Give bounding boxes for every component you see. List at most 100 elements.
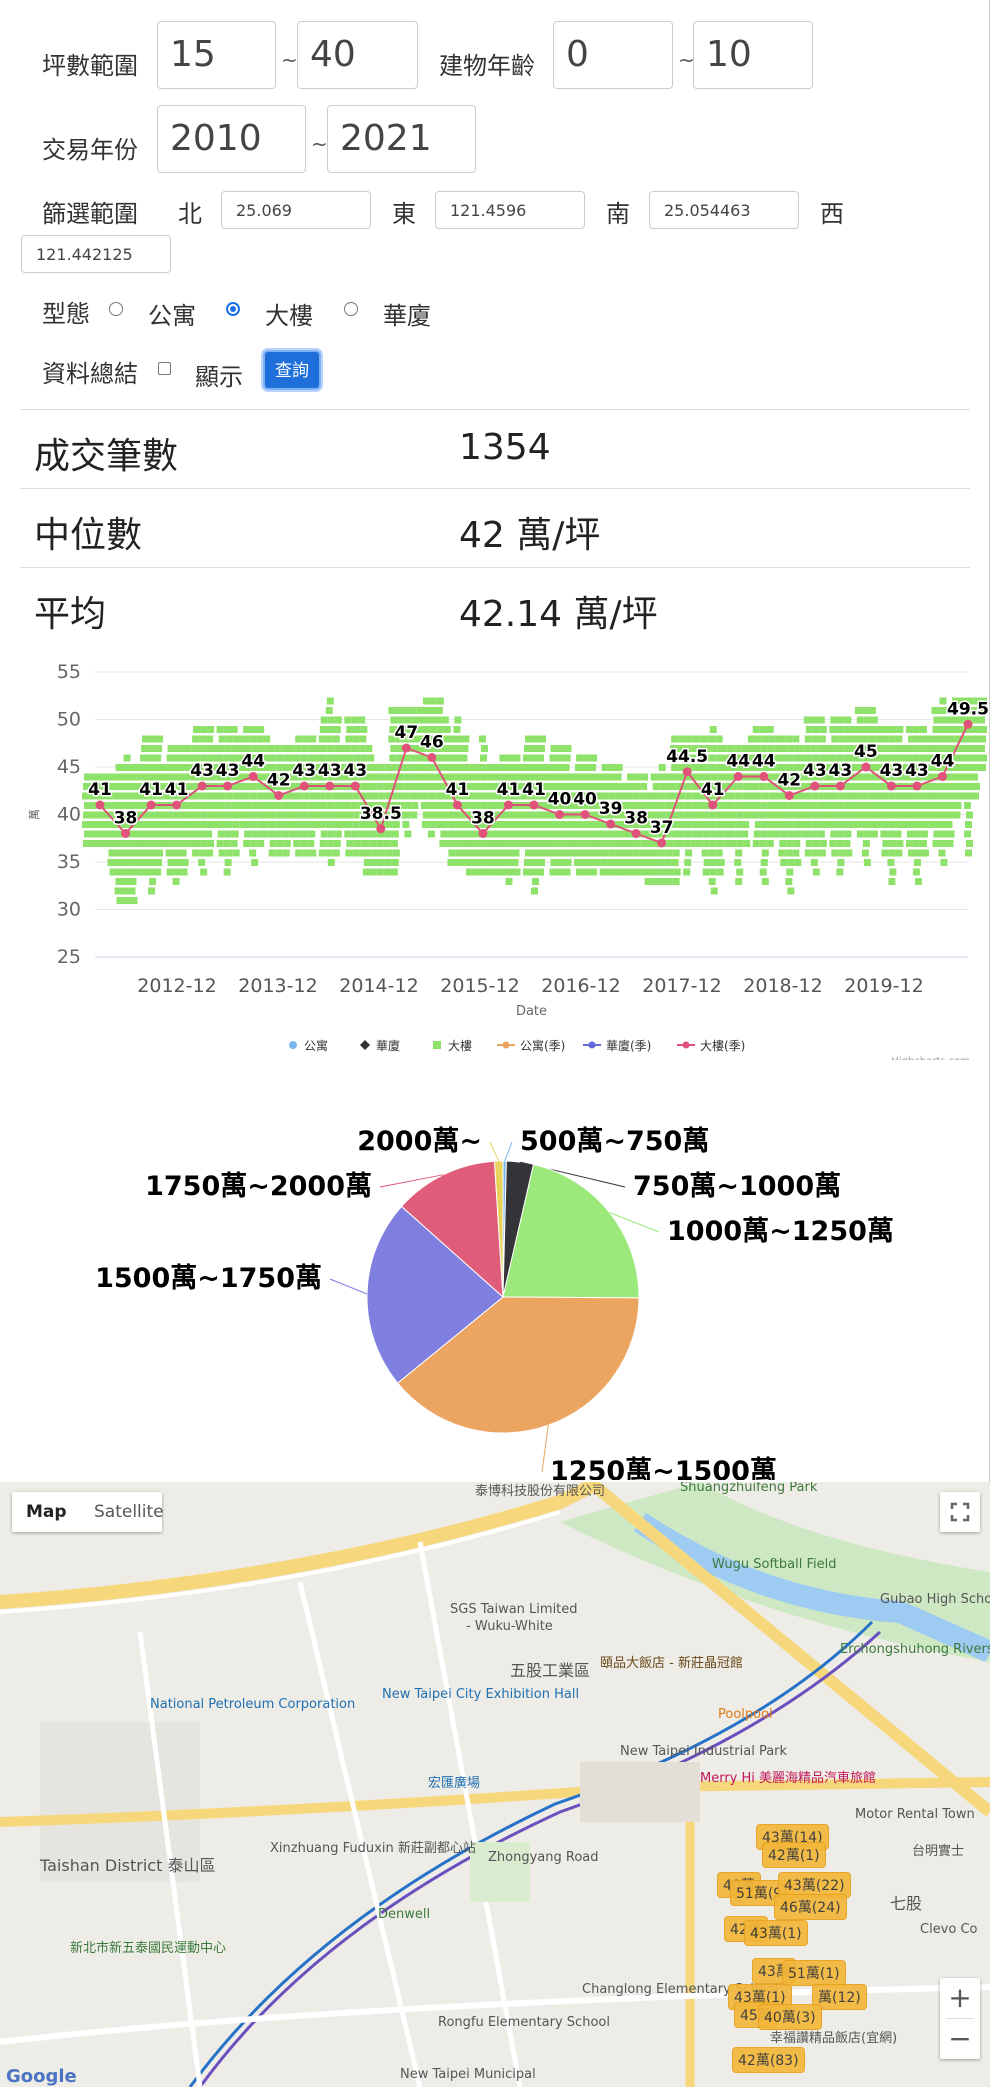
scatter-point	[473, 773, 481, 781]
pie-label: 750萬~1000萬	[633, 1171, 841, 1202]
price-cluster-marker[interactable]: 40萬(3)	[758, 2004, 822, 2030]
scatter-point	[218, 821, 226, 828]
scatter-point	[874, 792, 882, 800]
price-cluster-marker[interactable]: 42萬(83)	[732, 2047, 805, 2073]
scatter-point	[627, 773, 635, 781]
scatter-point	[822, 811, 830, 819]
type-radio-building[interactable]	[226, 302, 240, 316]
data-label: 41	[522, 780, 546, 800]
price-cluster-marker[interactable]: 42萬(1)	[762, 1842, 826, 1868]
show-checkbox[interactable]	[158, 362, 171, 375]
scatter-point	[717, 859, 725, 866]
price-cluster-marker[interactable]: 43萬(1)	[744, 1920, 808, 1946]
scatter-point	[140, 840, 148, 847]
map-place: Motor Rental Town	[855, 1807, 975, 1822]
scatter-point	[709, 840, 717, 847]
scatter-point	[938, 707, 946, 714]
scatter-point	[709, 811, 717, 819]
age-max-input[interactable]: 10	[693, 21, 813, 89]
ping-max-input[interactable]: 40	[297, 21, 418, 89]
zoom-in-button[interactable]: +	[940, 1978, 980, 2018]
age-min-input[interactable]: 0	[553, 21, 673, 89]
scatter-point	[803, 802, 811, 809]
scatter-point	[532, 878, 539, 885]
data-label: 43	[343, 761, 367, 781]
scatter-point	[729, 840, 737, 847]
scatter-point	[625, 792, 633, 800]
scatter-point	[658, 849, 666, 857]
scatter-point	[650, 773, 658, 781]
scatter-point	[224, 859, 232, 866]
trend-point	[299, 781, 309, 791]
scatter-point	[672, 878, 680, 885]
scatter-point	[237, 802, 245, 809]
scatter-point	[626, 840, 634, 847]
scatter-point	[745, 783, 753, 790]
scatter-point	[973, 754, 980, 762]
y-tick-label: 35	[57, 851, 81, 873]
scatter-point	[249, 735, 257, 743]
scatter-point	[478, 735, 486, 743]
price-cluster-marker[interactable]: 46萬(24)	[774, 1894, 847, 1920]
scatter-point	[396, 783, 404, 790]
type-radio-apartment[interactable]	[109, 302, 123, 316]
year-range-label: 交易年份	[42, 136, 138, 164]
west-input[interactable]: 121.442125	[21, 235, 171, 273]
pie-connector	[329, 1278, 368, 1295]
scatter-point	[601, 764, 609, 771]
scatter-point	[377, 859, 385, 866]
scatter-point	[652, 783, 660, 790]
scatter-point	[863, 716, 871, 724]
scatter-point	[920, 830, 928, 838]
map-type-satellite-button[interactable]: Satellite	[94, 1502, 164, 1522]
scatter-point	[599, 868, 607, 876]
year-min-input[interactable]: 2010	[157, 105, 306, 173]
trend-point	[478, 829, 488, 838]
scatter-point	[516, 840, 523, 847]
fullscreen-button[interactable]	[940, 1492, 980, 1532]
scatter-point	[318, 792, 326, 800]
scatter-point	[759, 783, 767, 790]
scatter-point	[274, 802, 282, 809]
year-max-input[interactable]: 2021	[327, 105, 476, 173]
scatter-point	[453, 754, 461, 762]
scatter-point	[122, 792, 130, 800]
north-input[interactable]: 25.069	[221, 191, 371, 229]
price-cluster-marker[interactable]: 51萬(1)	[782, 1960, 846, 1986]
type-radio-mansion[interactable]	[344, 302, 358, 316]
scatter-point	[548, 849, 556, 857]
scatter-point	[887, 830, 895, 838]
scatter-point	[657, 802, 665, 809]
scatter-point	[539, 764, 546, 771]
scatter-point	[882, 811, 890, 819]
ping-min-input[interactable]: 15	[157, 21, 276, 89]
scatter-point	[768, 735, 776, 743]
map-view[interactable]: 泰博科技股份有限公司 Shuangzhuifeng Park SGS Taiwa…	[0, 1482, 990, 2087]
scatter-point	[601, 849, 609, 857]
south-input[interactable]: 25.054463	[649, 191, 799, 229]
map-type-map-button[interactable]: Map	[26, 1502, 67, 1522]
scatter-point	[506, 754, 514, 762]
scatter-point	[235, 735, 243, 743]
scatter-point	[838, 735, 846, 743]
scatter-point	[651, 849, 659, 857]
scatter-point	[505, 764, 513, 771]
trend-point	[555, 810, 565, 819]
scatter-point	[912, 868, 920, 876]
zoom-out-button[interactable]: −	[940, 2019, 980, 2059]
scatter-point	[224, 745, 232, 752]
scatter-point	[135, 764, 143, 771]
scatter-point	[589, 764, 597, 771]
scatter-point	[912, 811, 920, 819]
scatter-point	[921, 849, 929, 857]
east-input[interactable]: 121.4596	[435, 191, 585, 229]
scatter-point	[938, 792, 946, 800]
scatter-point	[351, 802, 359, 809]
filter-range-label: 篩選範圍	[42, 200, 138, 228]
query-button[interactable]: 查詢	[263, 350, 321, 390]
scatter-point	[109, 868, 117, 876]
scatter-point	[924, 735, 932, 743]
scatter-point	[550, 773, 558, 781]
scatter-point	[683, 868, 691, 876]
scatter-point	[695, 840, 703, 847]
